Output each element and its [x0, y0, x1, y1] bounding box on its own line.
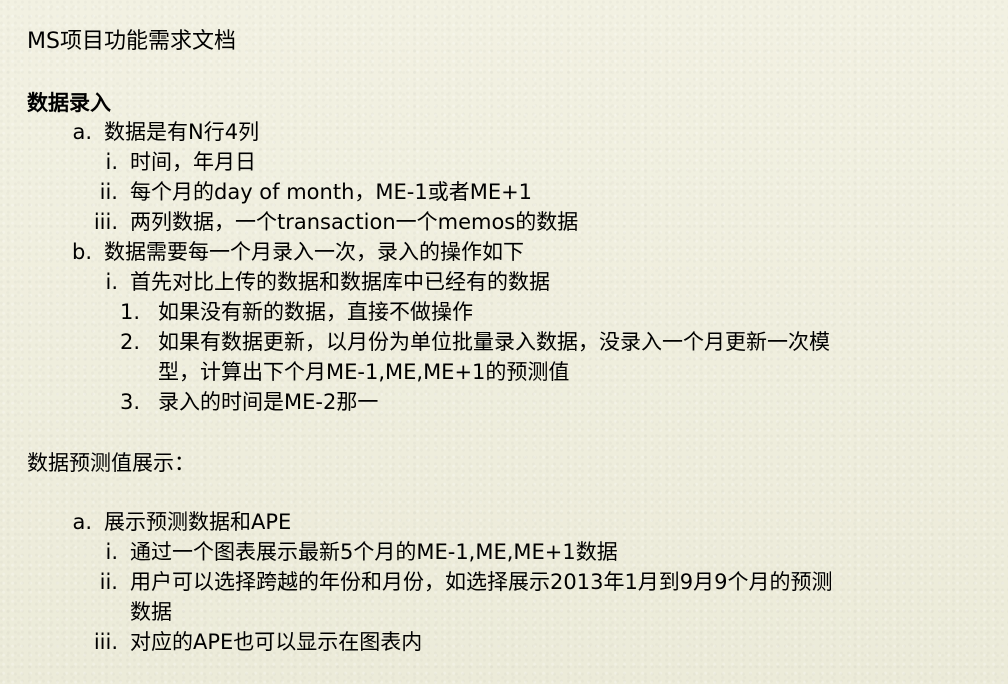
section-heading-data-entry: 数据录入 — [27, 91, 111, 115]
list-item-text: 每个月的day of month，ME-1或者ME+1 — [130, 180, 533, 204]
list-item-text: 数据是有N行4列 — [104, 120, 260, 144]
list-item-text: 数据需要每一个月录入一次，录入的操作如下 — [104, 240, 524, 264]
list-marker: ii. — [99, 180, 118, 204]
list-marker: iii. — [93, 210, 118, 234]
list-marker: a. — [72, 120, 92, 144]
list-item-text: 数据 — [130, 600, 172, 624]
list-item-text: 对应的APE也可以显示在图表内 — [130, 630, 423, 654]
list-item-text: 首先对比上传的数据和数据库中已经有的数据 — [130, 270, 550, 294]
list-item-text: 时间，年月日 — [130, 150, 256, 174]
list-item-text: 两列数据，一个transaction一个memos的数据 — [130, 210, 579, 234]
requirements-document: MS项目功能需求文档 数据录入 a. 数据是有N行4列 i. 时间，年月日 ii… — [0, 0, 1008, 684]
list-item-text: 如果有数据更新，以月份为单位批量录入数据，没录入一个月更新一次模 — [158, 330, 830, 354]
list-item-text: 录入的时间是ME-2那一 — [158, 390, 379, 414]
document-title: MS项目功能需求文档 — [27, 29, 236, 54]
list-marker: i. — [105, 150, 118, 174]
list-marker: a. — [72, 510, 92, 534]
list-marker: 1. — [119, 300, 140, 324]
section-heading-forecast-display: 数据预测值展示： — [27, 451, 195, 475]
list-marker: iii. — [93, 630, 118, 654]
list-marker: i. — [105, 270, 118, 294]
list-marker: i. — [105, 540, 118, 564]
list-item-text: 型，计算出下个月ME-1,ME,ME+1的预测值 — [158, 360, 570, 384]
list-marker: b. — [71, 240, 92, 264]
list-item-text: 用户可以选择跨越的年份和月份，如选择展示2013年1月到9月9个月的预测 — [130, 570, 833, 594]
list-item-text: 通过一个图表展示最新5个月的ME-1,ME,ME+1数据 — [130, 540, 618, 564]
list-marker: 3. — [119, 390, 140, 414]
list-marker: ii. — [99, 570, 118, 594]
list-item-text: 展示预测数据和APE — [104, 510, 292, 534]
list-item-text: 如果没有新的数据，直接不做操作 — [158, 300, 473, 324]
list-marker: 2. — [119, 330, 140, 354]
